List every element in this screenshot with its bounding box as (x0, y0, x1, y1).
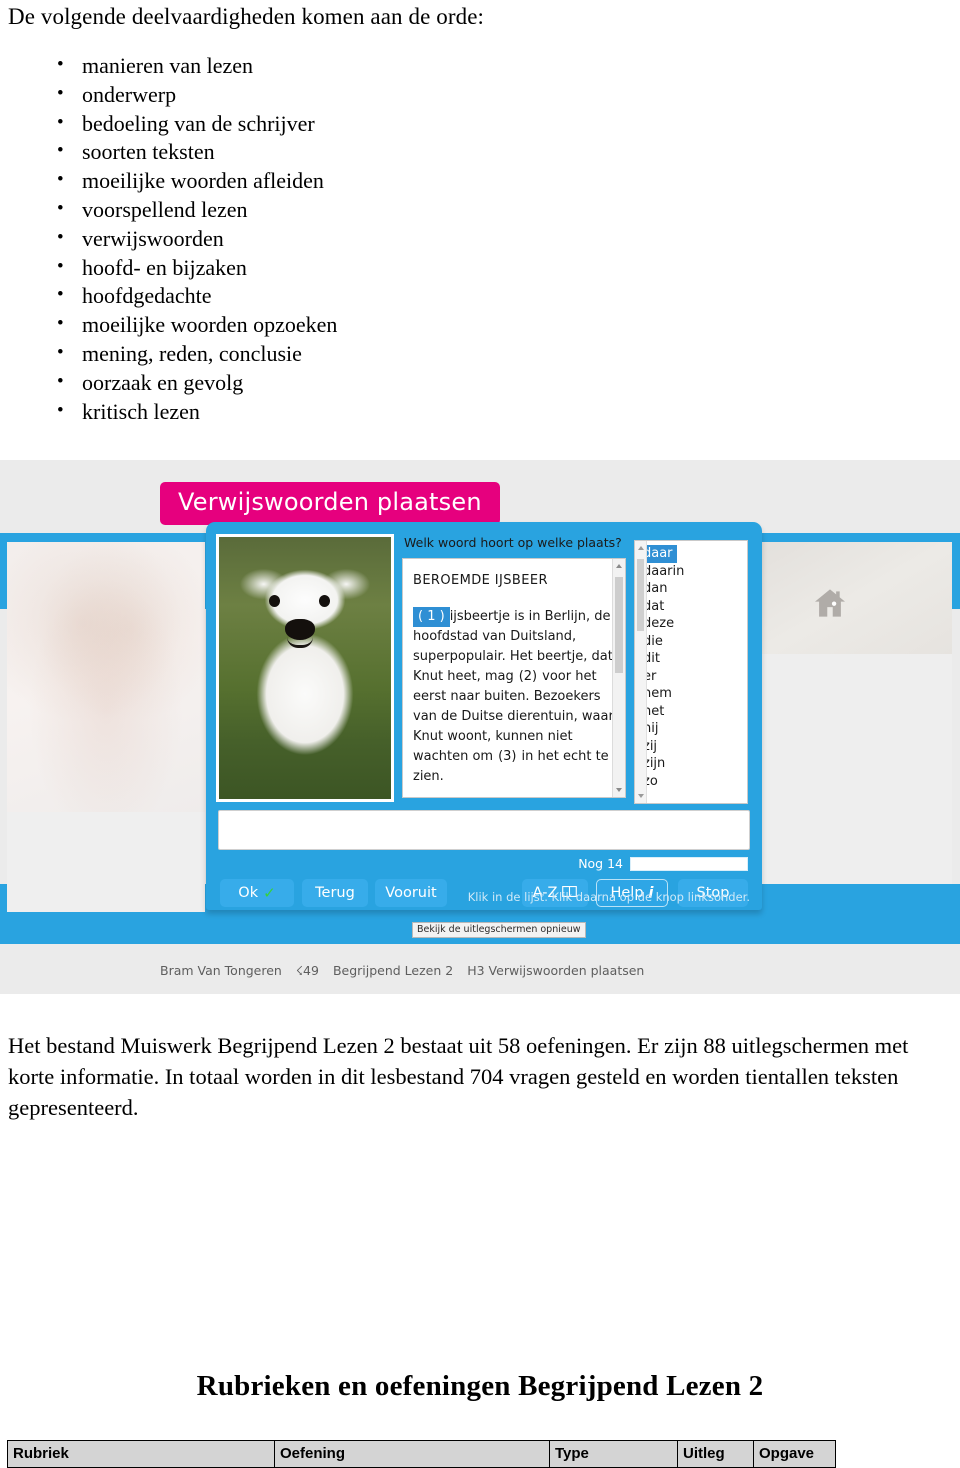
decorative-portrait-photo (7, 542, 205, 912)
polar-bear-photo (216, 534, 394, 802)
gap-marker-2[interactable]: (2) (514, 667, 542, 687)
list-item: voorspellend lezen (0, 195, 337, 225)
rubric-table: Rubriek Oefening Type Uitleg Opgave (7, 1440, 836, 1468)
reading-text-title: BEROEMDE IJSBEER (413, 573, 548, 588)
word-option[interactable]: dat (635, 598, 747, 616)
status-course: Begrijpend Lezen 2 (332, 963, 454, 978)
list-item: soorten teksten (0, 137, 337, 167)
back-button[interactable]: Terug (302, 879, 368, 907)
intro-paragraph: De volgende deelvaardigheden komen aan d… (8, 4, 484, 29)
list-item: bedoeling van de schrijver (0, 109, 337, 139)
word-option[interactable]: zij (635, 738, 747, 756)
reading-paragraph-1: ( 1 ) ijsbeertje is in Berlijn, de hoofds… (413, 607, 615, 787)
home-icon[interactable] (813, 588, 847, 618)
exercise-panel: Welk woord hoort op welke plaats? BEROEM… (206, 522, 762, 910)
list-item: verwijswoorden (0, 224, 337, 254)
word-option[interactable]: er (635, 668, 747, 686)
gap-marker-3[interactable]: (3) (493, 747, 521, 767)
bear-eye-right (319, 595, 330, 607)
list-item: oorzaak en gevolg (0, 368, 337, 398)
application-screenshot: Verwijswoorden plaatsen Welk woord hoort… (0, 460, 960, 994)
help-tooltip: Bekijk de uitlegschermen opnieuw (412, 922, 586, 938)
list-item: kritisch lezen (0, 397, 337, 427)
skills-list: manieren van lezen onderwerp bedoeling v… (0, 51, 337, 427)
answer-input[interactable] (218, 810, 750, 850)
list-item: moeilijke woorden opzoeken (0, 310, 337, 340)
ok-button[interactable]: Ok ✓ (220, 879, 294, 907)
scroll-up-icon[interactable] (638, 546, 644, 550)
column-header-oefening: Oefening (274, 1440, 550, 1468)
word-option[interactable]: dan (635, 580, 747, 598)
right-photo-backdrop (760, 542, 952, 654)
column-header-rubriek: Rubriek (7, 1440, 275, 1468)
reading-area: BEROEMDE IJSBEER ( 1 ) ijsbeertje is in B… (402, 540, 748, 804)
back-button-label: Terug (315, 885, 355, 901)
scroll-up-icon[interactable] (616, 564, 622, 568)
status-score: ☇49 (295, 963, 319, 978)
list-item: hoofdgedachte (0, 281, 337, 311)
column-header-opgave: Opgave (753, 1440, 836, 1468)
progress-indicator: Nog 14 (578, 856, 748, 871)
table-header-row: Rubriek Oefening Type Uitleg Opgave (7, 1440, 836, 1468)
summary-paragraph: Het bestand Muiswerk Begrijpend Lezen 2 … (8, 1033, 909, 1120)
word-option[interactable]: dit (635, 650, 747, 668)
word-list-scrollbar[interactable] (635, 541, 647, 803)
word-list: daar daarin dan dat deze die dit er hem … (635, 541, 747, 790)
word-option[interactable]: zo (635, 773, 747, 791)
exercise-content: Welk woord hoort op welke plaats? BEROEM… (216, 534, 752, 804)
column-header-uitleg: Uitleg (677, 1440, 754, 1468)
reading-text: BEROEMDE IJSBEER ( 1 ) ijsbeertje is in B… (403, 559, 625, 797)
word-option[interactable]: het (635, 703, 747, 721)
status-bar: Bram Van Tongeren ☇49 Begrijpend Lezen 2… (160, 963, 644, 978)
word-option[interactable]: hem (635, 685, 747, 703)
word-option[interactable]: die (635, 633, 747, 651)
scroll-down-icon[interactable] (616, 788, 622, 792)
gap-marker-1[interactable]: ( 1 ) (413, 607, 450, 627)
forward-button-label: Vooruit (385, 885, 437, 901)
scroll-thumb[interactable] (615, 577, 623, 673)
status-user: Bram Van Tongeren (160, 963, 282, 978)
reading-text-box[interactable]: BEROEMDE IJSBEER ( 1 ) ijsbeertje is in B… (402, 558, 626, 798)
forward-button[interactable]: Vooruit (375, 879, 447, 907)
word-option[interactable]: zijn (635, 755, 747, 773)
scroll-thumb[interactable] (637, 559, 644, 631)
bear-mouth (287, 637, 313, 648)
list-item: manieren van lezen (0, 51, 337, 81)
bear-eye-left (269, 595, 280, 607)
list-item: mening, reden, conclusie (0, 339, 337, 369)
column-header-type: Type (549, 1440, 678, 1468)
exercise-title-banner: Verwijswoorden plaatsen (160, 482, 500, 525)
reading-text-scrollbar[interactable] (612, 559, 625, 797)
question-column: Welk woord hoort op welke plaats? BEROEM… (402, 534, 748, 804)
ok-button-label: Ok (238, 885, 259, 901)
word-option[interactable]: daarin (635, 563, 747, 581)
section-heading: Rubrieken en oefeningen Begrijpend Lezen… (196, 1370, 764, 1402)
word-list-box[interactable]: daar daarin dan dat deze die dit er hem … (634, 540, 748, 804)
word-option[interactable]: hij (635, 720, 747, 738)
right-panel-filler (760, 654, 952, 884)
list-item: hoofd- en bijzaken (0, 253, 337, 283)
checkmark-icon: ✓ (263, 884, 276, 902)
left-panel-filler (7, 812, 205, 884)
hint-text: Klik in de lijst. Klik daarna op de knop… (467, 890, 750, 904)
progress-label: Nog 14 (578, 856, 623, 871)
list-item: moeilijke woorden afleiden (0, 166, 337, 196)
word-option[interactable]: deze (635, 615, 747, 633)
list-item: onderwerp (0, 80, 337, 110)
status-chapter: H3 Verwijswoorden plaatsen (467, 963, 645, 978)
scroll-down-icon[interactable] (638, 794, 644, 798)
progress-bar (630, 856, 748, 871)
